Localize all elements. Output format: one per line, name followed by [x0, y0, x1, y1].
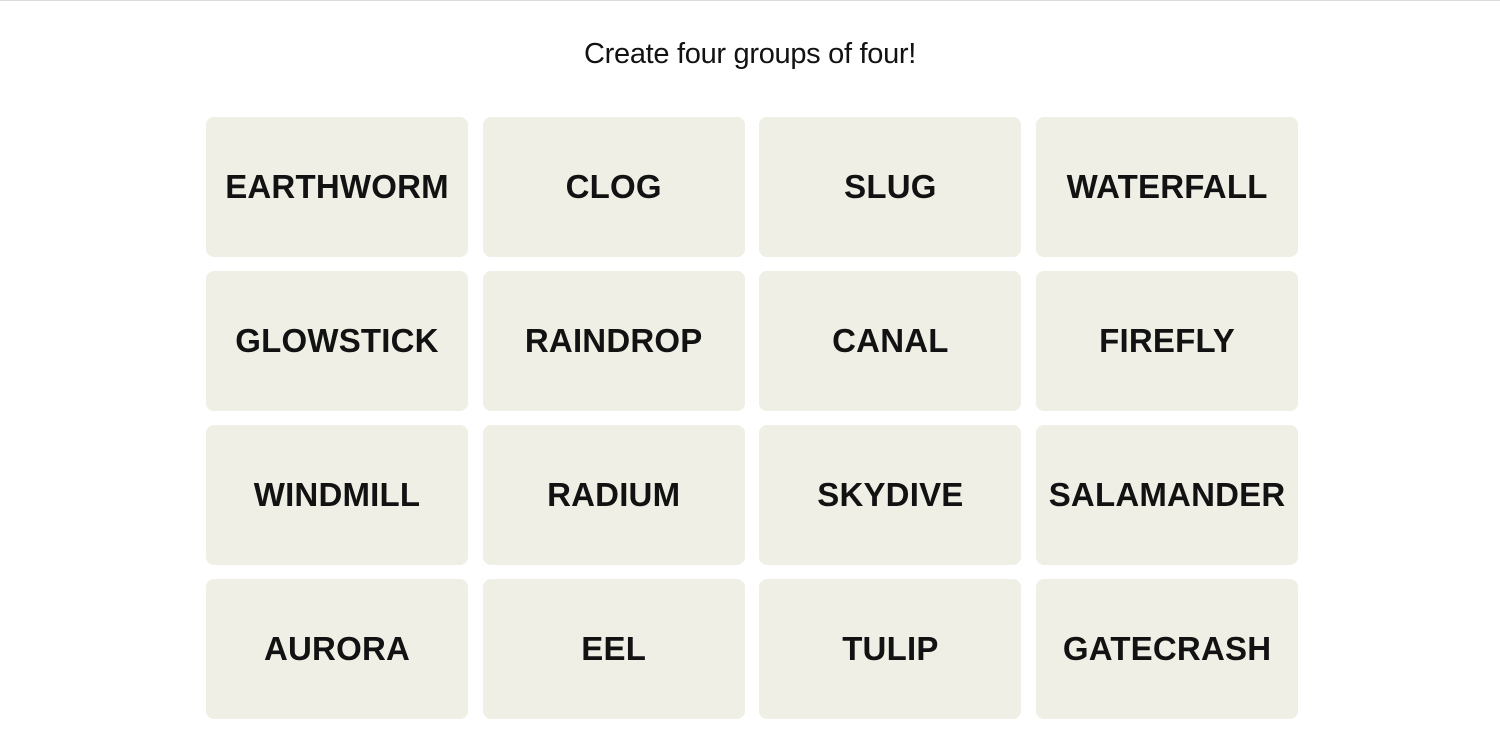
- tile-label: TULIP: [842, 630, 939, 667]
- word-tile[interactable]: AURORA: [206, 579, 468, 719]
- tile-label: CLOG: [565, 168, 662, 205]
- tile-label: SKYDIVE: [817, 476, 964, 513]
- word-tile[interactable]: SALAMANDER: [1036, 425, 1299, 565]
- word-tile[interactable]: SKYDIVE: [759, 425, 1022, 565]
- game-instructions: Create four groups of four!: [583, 38, 917, 70]
- word-grid: EARTHWORM CLOG SLUG WATERFALL GLOWSTICK …: [206, 117, 1299, 719]
- word-tile[interactable]: EEL: [482, 579, 745, 719]
- word-tile[interactable]: FIREFLY: [1036, 271, 1299, 411]
- tile-label: EEL: [581, 630, 647, 667]
- tile-label: SALAMANDER: [1048, 476, 1286, 513]
- word-tile[interactable]: GATECRASH: [1036, 579, 1299, 719]
- tile-label: FIREFLY: [1099, 322, 1235, 359]
- word-tile[interactable]: RADIUM: [482, 425, 745, 565]
- word-tile[interactable]: GLOWSTICK: [206, 271, 468, 411]
- word-tile[interactable]: EARTHWORM: [206, 117, 468, 257]
- word-tile[interactable]: WINDMILL: [206, 425, 468, 565]
- tile-label: SLUG: [844, 168, 937, 205]
- tile-label: GLOWSTICK: [235, 322, 439, 359]
- word-tile[interactable]: TULIP: [759, 579, 1022, 719]
- word-tile[interactable]: CLOG: [482, 117, 745, 257]
- word-tile[interactable]: CANAL: [759, 271, 1022, 411]
- word-tile[interactable]: WATERFALL: [1036, 117, 1299, 257]
- word-tile[interactable]: SLUG: [759, 117, 1022, 257]
- tile-label: WATERFALL: [1066, 168, 1268, 205]
- tile-label: AURORA: [263, 630, 411, 667]
- top-divider: [0, 0, 1500, 1]
- tile-label: EARTHWORM: [225, 168, 449, 205]
- tile-label: WINDMILL: [253, 476, 421, 513]
- tile-label: RAINDROP: [524, 322, 703, 359]
- word-tile[interactable]: RAINDROP: [482, 271, 745, 411]
- tile-label: GATECRASH: [1062, 630, 1272, 667]
- tile-label: CANAL: [832, 322, 949, 359]
- tile-label: RADIUM: [547, 476, 681, 513]
